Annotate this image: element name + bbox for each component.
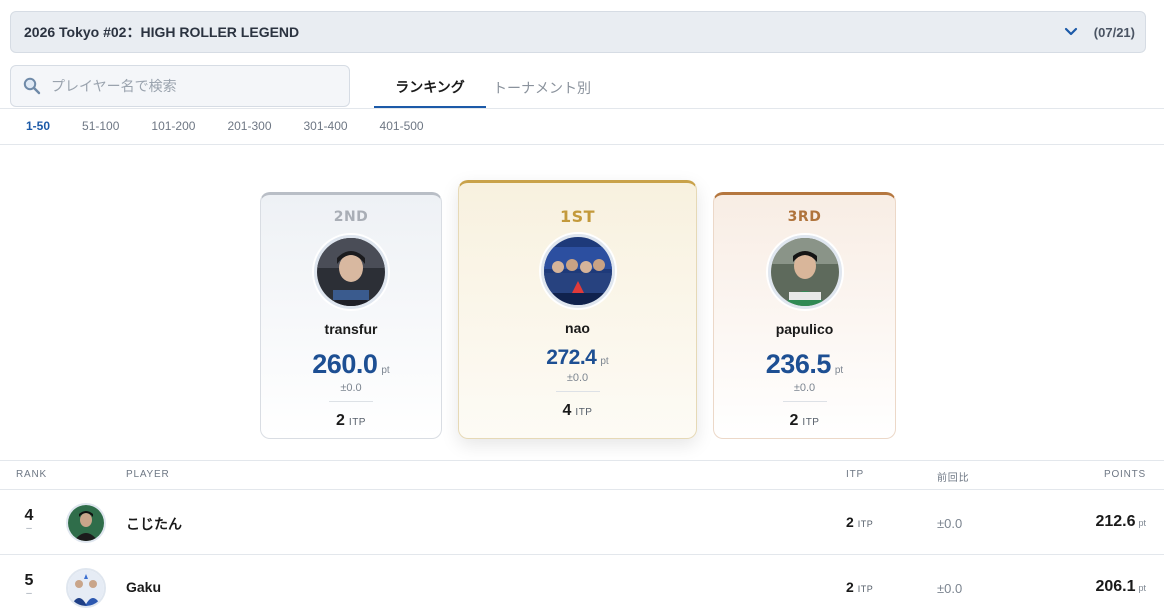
search-input[interactable] [51,78,337,94]
range-101-200[interactable]: 101-200 [151,119,195,133]
points-change: ±0.0 [566,372,589,384]
itp-unit: ITP [348,417,366,428]
points-change: ±0.0 [793,382,816,394]
player-name: nao [565,320,590,336]
points-unit: pt [834,365,844,376]
rank-cell: 5 – [18,572,40,599]
itp-value: 2 [846,579,854,595]
itp-value: 2 [846,514,854,530]
points-value: 236.5 [765,349,832,379]
podium-card-first[interactable]: 1ST nao 272.4 pt ±0.0 4 ITP [458,180,697,439]
chevron-down-icon[interactable] [1062,23,1080,41]
avatar [66,503,106,543]
itp-unit: ITP [857,519,874,529]
divider [329,401,373,402]
tournament-title: 2026 Tokyo #02：HIGH ROLLER LEGEND [24,24,300,40]
points-value: 260.0 [312,349,378,379]
divider [555,391,600,392]
table-row[interactable]: 5 – Gaku 2 ITP ±0.0 206.1 pt [0,555,1164,615]
itp-unit: ITP [802,417,820,428]
rank-change: – [26,588,32,599]
range-401-500[interactable]: 401-500 [380,119,424,133]
header-rank: RANK [16,469,47,480]
itp-value: 2 [336,412,345,429]
player-points: 272.4 pt [546,346,608,370]
avatar [314,235,388,309]
itp-cell: 2 ITP [846,579,873,595]
ranking-table-header: RANK PLAYER ITP 前回比 POINTS [0,460,1164,490]
player-points: 260.0 pt [312,349,389,380]
tab-ranking[interactable]: ランキング [374,68,486,108]
player-itp: 2 ITP [336,412,366,430]
player-search-box[interactable] [10,65,350,107]
player-points: 236.5 pt [766,349,843,380]
points-value: 212.6 [1095,513,1136,530]
player-name: transfur [324,321,378,337]
podium-card-third[interactable]: 3RD papulico 236.5 pt ±0.0 2 ITP [713,192,896,439]
podium-card-second[interactable]: 2ND transfur 260.0 pt ±0.0 2 ITP [260,192,442,439]
range-1-50[interactable]: 1-50 [26,119,50,133]
points-change: ±0.0 [340,382,362,394]
itp-unit: ITP [857,584,874,594]
player-name: papulico [775,321,834,337]
header-points: POINTS [1103,469,1146,480]
range-201-300[interactable]: 201-300 [227,119,271,133]
tournament-selector[interactable]: 2026 Tokyo #02：HIGH ROLLER LEGEND (07/21… [10,11,1146,53]
place-label: 3RD [787,209,822,225]
table-row[interactable]: 4 – こじたん 2 ITP ±0.0 212.6 pt [0,490,1164,555]
rank-change: – [26,523,32,534]
points-unit: pt [600,356,609,367]
avatar [540,234,615,308]
change-value: ±0.0 [937,516,963,531]
range-301-400[interactable]: 301-400 [304,119,348,133]
divider [782,401,827,402]
header-player: PLAYER [126,469,170,480]
points-unit: pt [1138,518,1146,528]
view-tabs: ランキング トーナメント別 [374,68,598,108]
player-itp: 2 ITP [790,412,820,430]
change-value: ±0.0 [937,581,963,596]
itp-value: 4 [562,402,572,419]
place-label: 2ND [333,209,369,225]
points-value: 272.4 [546,346,597,369]
header-change: 前回比 [937,473,970,484]
player-itp: 4 ITP [563,402,593,420]
avatar [767,235,842,309]
range-51-100[interactable]: 51-100 [82,119,119,133]
ranges-divider [0,144,1164,145]
points-unit: pt [1138,583,1146,593]
avatar [66,568,106,608]
rank-range-filter: 1-50 51-100 101-200 201-300 301-400 401-… [0,108,1164,144]
points-cell: 206.1 pt [1095,578,1146,596]
points-cell: 212.6 pt [1095,513,1146,531]
place-label: 1ST [559,207,596,226]
tab-by-tournament[interactable]: トーナメント別 [486,68,598,108]
points-unit: pt [381,365,390,376]
player-name[interactable]: こじたん [126,514,182,534]
search-icon [23,77,41,95]
itp-value: 2 [789,412,799,429]
itp-unit: ITP [575,407,593,418]
player-name[interactable]: Gaku [126,579,161,595]
points-value: 206.1 [1095,578,1136,595]
itp-cell: 2 ITP [846,514,873,530]
tournament-date: (07/21) [1093,24,1135,40]
rank-cell: 4 – [18,507,40,534]
header-itp: ITP [846,469,864,480]
